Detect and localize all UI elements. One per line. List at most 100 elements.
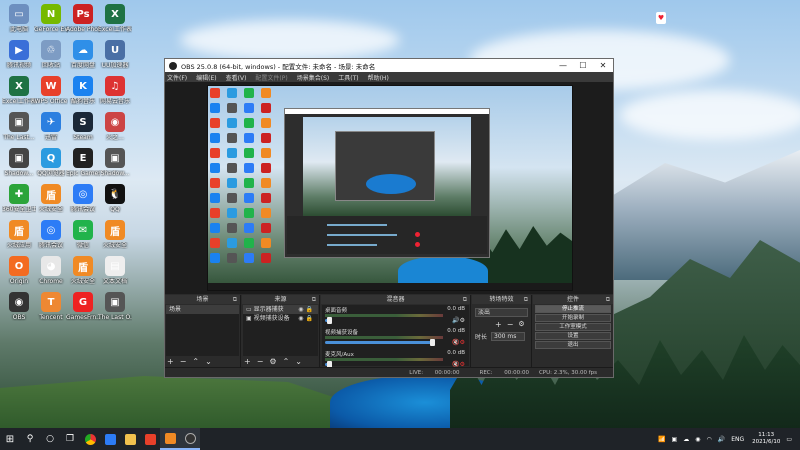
- desktop-icon[interactable]: ✈ 迅雷: [34, 112, 68, 141]
- desktop-icon[interactable]: 盾火绒安全: [66, 256, 100, 285]
- desktop-icon[interactable]: ◉ OBS: [2, 292, 36, 321]
- desktop-icon[interactable]: ◎ 腾讯会议: [34, 220, 68, 249]
- tray-app-icon[interactable]: ▣: [672, 436, 678, 443]
- stop-streaming-button[interactable]: 停止推流: [535, 305, 611, 313]
- dock-float-icon[interactable]: ⧉: [606, 295, 610, 304]
- dock-float-icon[interactable]: ⧉: [312, 295, 316, 304]
- source-item[interactable]: ▣ 视频捕获设备 ◉🔒: [243, 314, 318, 323]
- desktop-icon[interactable]: ◎ 腾讯会议: [66, 184, 100, 213]
- language-indicator[interactable]: ENG: [731, 436, 744, 443]
- source-item[interactable]: ▭ 显示器捕获 ◉🔒: [243, 305, 318, 314]
- network-icon[interactable]: 📶: [658, 436, 665, 443]
- maximize-button[interactable]: ☐: [573, 61, 593, 70]
- notification-icon[interactable]: ▭: [786, 436, 792, 443]
- desktop-icon[interactable]: ✚ 360安全卫士: [2, 184, 36, 213]
- desktop-icon[interactable]: U UU加速器: [98, 40, 132, 69]
- menu-scene-collection[interactable]: 场景集合(S): [297, 73, 330, 82]
- tray-app-icon[interactable]: ◉: [695, 436, 700, 443]
- taskbar-chrome[interactable]: [80, 428, 100, 450]
- desktop-icon[interactable]: ✉ 微信: [66, 220, 100, 249]
- close-button[interactable]: ✕: [593, 61, 613, 70]
- menu-help[interactable]: 帮助(H): [368, 73, 389, 82]
- desktop-icon[interactable]: W WPS Office: [34, 76, 68, 105]
- desktop-icon[interactable]: E Epic Games Launcher: [66, 148, 100, 177]
- desktop-icon[interactable]: ☁ 百度网盘: [66, 40, 100, 69]
- add-transition-icon[interactable]: +: [495, 320, 502, 329]
- speaker-icon[interactable]: 🔊⚙: [452, 317, 465, 324]
- taskbar-app-red[interactable]: [140, 428, 160, 450]
- desktop-icon[interactable]: X Excel工作表: [98, 4, 132, 33]
- desktop-icon[interactable]: ◉ 火之...: [98, 112, 132, 141]
- desktop-icon[interactable]: N GeForce Experience: [34, 4, 68, 33]
- floating-widget-icon[interactable]: ♥: [656, 12, 666, 24]
- preview-canvas[interactable]: [207, 85, 573, 291]
- obs-titlebar[interactable]: OBS 25.0.8 (64-bit, windows) - 配置文件: 未命名…: [165, 59, 613, 72]
- taskbar-meeting[interactable]: [100, 428, 120, 450]
- clock[interactable]: 11:13 2021/6/10: [752, 432, 780, 446]
- transition-settings-icon[interactable]: ⚙: [518, 320, 524, 328]
- desktop-icon[interactable]: ▣ Shadow...: [2, 148, 36, 177]
- menu-file[interactable]: 文件(F): [167, 73, 187, 82]
- start-recording-button[interactable]: 开始录制: [535, 314, 611, 322]
- move-up-icon[interactable]: ⌃: [192, 357, 199, 366]
- desktop-icon[interactable]: T Tencent: [34, 292, 68, 321]
- desktop-icon[interactable]: S Steam: [66, 112, 100, 141]
- dock-float-icon[interactable]: ⧉: [524, 295, 528, 304]
- desktop-icon[interactable]: ▣ The Last...: [2, 112, 36, 141]
- add-scene-icon[interactable]: +: [167, 357, 174, 366]
- taskbar-explorer[interactable]: [120, 428, 140, 450]
- studio-mode-button[interactable]: 工作室模式: [535, 323, 611, 331]
- visibility-eye-icon[interactable]: ◉: [298, 306, 305, 313]
- move-down-icon[interactable]: ⌄: [205, 357, 212, 366]
- desktop-icon[interactable]: Ps Adobe Photoshop: [66, 4, 100, 33]
- desktop-icon[interactable]: ♲ 回收站: [34, 40, 68, 69]
- exit-button[interactable]: 退出: [535, 341, 611, 349]
- taskbar-app-orange[interactable]: [160, 428, 180, 450]
- desktop-icon[interactable]: 🐧 QQ: [98, 184, 132, 213]
- source-settings-icon[interactable]: ⚙: [269, 357, 276, 366]
- dock-float-icon[interactable]: ⧉: [233, 295, 237, 304]
- search-button[interactable]: ⚲: [20, 428, 40, 450]
- start-button[interactable]: ⊞: [0, 428, 20, 450]
- duration-input[interactable]: 300 ms: [491, 331, 526, 341]
- lock-icon[interactable]: 🔒: [306, 306, 315, 313]
- minimize-button[interactable]: —: [553, 61, 573, 70]
- volume-slider[interactable]: [325, 361, 332, 368]
- desktop-icon[interactable]: K 酷狗音乐: [66, 76, 100, 105]
- desktop-icon[interactable]: ▭ 此电脑: [2, 4, 36, 33]
- volume-icon[interactable]: 🔊: [718, 436, 725, 443]
- transition-select[interactable]: 淡出: [475, 307, 528, 317]
- desktop-icon[interactable]: X Excel工作表: [2, 76, 36, 105]
- desktop-icon[interactable]: Q QQ浏览器: [34, 148, 68, 177]
- remove-transition-icon[interactable]: −: [507, 320, 514, 329]
- onedrive-icon[interactable]: ☁: [683, 436, 689, 443]
- remove-scene-icon[interactable]: −: [180, 357, 187, 366]
- menu-tools[interactable]: 工具(T): [338, 73, 358, 82]
- menu-profile[interactable]: 配置文件(P): [255, 73, 287, 82]
- move-down-icon[interactable]: ⌄: [295, 357, 302, 366]
- muted-speaker-icon[interactable]: 🔇⚙: [452, 339, 465, 346]
- menu-view[interactable]: 查看(V): [226, 73, 247, 82]
- task-view-button[interactable]: ❐: [60, 428, 80, 450]
- desktop-icon[interactable]: ◕ Chrome: [34, 256, 68, 285]
- desktop-icon[interactable]: ▣ Shadow...: [98, 148, 132, 177]
- desktop-icon[interactable]: ▤ 文本文档: [98, 256, 132, 285]
- lock-icon[interactable]: 🔒: [306, 315, 315, 322]
- volume-slider[interactable]: [325, 339, 435, 346]
- taskbar-obs[interactable]: [180, 428, 200, 450]
- wifi-icon[interactable]: ◠: [706, 436, 711, 443]
- desktop-icon[interactable]: ▣ The Last O...: [98, 292, 132, 321]
- desktop-icon[interactable]: G GamesFrn...: [66, 292, 100, 321]
- menu-edit[interactable]: 编辑(E): [196, 73, 216, 82]
- remove-source-icon[interactable]: −: [257, 357, 264, 366]
- desktop-icon[interactable]: 盾火绒安全: [34, 184, 68, 213]
- desktop-icon[interactable]: 盾火绒安全: [98, 220, 132, 249]
- scene-item[interactable]: 场景: [166, 305, 239, 314]
- volume-slider[interactable]: [325, 317, 332, 324]
- cortana-button[interactable]: ○: [40, 428, 60, 450]
- visibility-eye-icon[interactable]: ◉: [298, 315, 305, 322]
- settings-button[interactable]: 设置: [535, 332, 611, 340]
- dock-float-icon[interactable]: ⧉: [463, 295, 467, 304]
- desktop-icon[interactable]: 盾火绒应用: [2, 220, 36, 249]
- desktop-icon[interactable]: ▶ 腾讯视频: [2, 40, 36, 69]
